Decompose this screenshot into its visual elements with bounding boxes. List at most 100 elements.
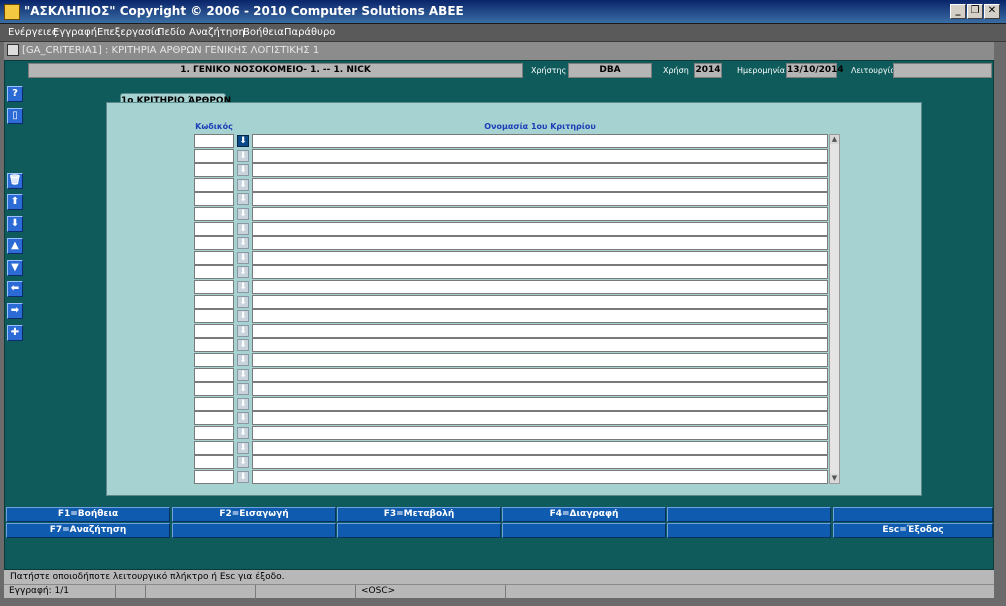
lov-arrow-icon[interactable]: ⬇ <box>237 383 249 396</box>
menu-record[interactable]: Εγγραφή <box>53 27 97 38</box>
f3-update-button[interactable]: F3=Μεταβολή <box>337 507 501 522</box>
lov-arrow-icon[interactable]: ⬇ <box>237 178 249 191</box>
help-icon[interactable]: ? <box>7 86 23 102</box>
lov-arrow-icon[interactable]: ⬇ <box>237 193 249 206</box>
fkey-empty-6[interactable] <box>667 523 831 538</box>
vertical-scrollbar[interactable]: ▲ ▼ <box>829 134 840 484</box>
name-input[interactable] <box>252 440 828 455</box>
name-input[interactable] <box>252 353 828 367</box>
f4-delete-button[interactable]: F4=Διαγραφή <box>502 507 666 522</box>
lov-arrow-icon[interactable]: ⬇ <box>237 237 249 250</box>
code-input[interactable] <box>194 353 234 367</box>
menu-window[interactable]: Παράθυρο <box>284 27 335 38</box>
lov-arrow-icon[interactable]: ⬇ <box>237 310 249 323</box>
code-input[interactable] <box>194 280 234 294</box>
name-input[interactable] <box>252 455 828 470</box>
name-input[interactable] <box>252 134 828 148</box>
name-input[interactable] <box>252 294 828 309</box>
name-input[interactable] <box>252 207 828 221</box>
scroll-down-icon[interactable]: ▼ <box>830 474 839 483</box>
code-input[interactable] <box>194 469 234 484</box>
code-input[interactable] <box>194 323 234 338</box>
code-input[interactable] <box>194 265 234 280</box>
notes-icon[interactable]: ▯ <box>7 108 23 124</box>
arrow-left-icon[interactable]: ⬅ <box>7 281 23 297</box>
code-input[interactable] <box>194 309 234 324</box>
minimize-button[interactable]: _ <box>950 4 966 19</box>
menu-search[interactable]: Αναζήτηση <box>189 27 245 38</box>
arrow-right-icon[interactable]: ➡ <box>7 303 23 319</box>
menu-edit[interactable]: Επεξεργασία <box>97 27 161 38</box>
name-input[interactable] <box>252 338 828 353</box>
code-input[interactable] <box>194 440 234 455</box>
name-input[interactable] <box>252 382 828 397</box>
plus-icon[interactable]: ✚ <box>7 325 23 341</box>
name-input[interactable] <box>252 396 828 411</box>
lov-arrow-icon[interactable]: ⬇ <box>237 208 249 220</box>
name-input[interactable] <box>252 236 828 251</box>
code-input[interactable] <box>194 177 234 192</box>
code-input[interactable] <box>194 250 234 265</box>
lov-arrow-icon[interactable]: ⬇ <box>237 412 249 425</box>
f1-help-button[interactable]: F1=Βοήθεια <box>6 507 170 522</box>
lov-arrow-icon[interactable]: ⬇ <box>237 164 249 177</box>
lov-arrow-icon[interactable]: ⬇ <box>237 368 249 381</box>
trash-icon[interactable]: 🗑 <box>7 173 23 189</box>
code-input[interactable] <box>194 367 234 382</box>
name-input[interactable] <box>252 177 828 192</box>
code-input[interactable] <box>194 396 234 411</box>
f7-search-button[interactable]: F7=Αναζήτηση <box>6 523 170 538</box>
lov-arrow-icon[interactable]: ⬇ <box>237 339 249 352</box>
name-input[interactable] <box>252 426 828 440</box>
scroll-up-icon[interactable]: ▲ <box>830 135 839 144</box>
triangle-down-icon[interactable]: ▼ <box>7 260 23 276</box>
name-input[interactable] <box>252 367 828 382</box>
lov-arrow-icon[interactable]: ⬇ <box>237 149 249 162</box>
lov-arrow-icon[interactable]: ⬇ <box>237 135 249 147</box>
menu-field[interactable]: Πεδίο <box>157 27 186 38</box>
fkey-empty-5[interactable] <box>502 523 666 538</box>
arrow-down-icon[interactable]: ⬇ <box>7 216 23 232</box>
code-input[interactable] <box>194 148 234 163</box>
code-input[interactable] <box>194 455 234 470</box>
lov-arrow-icon[interactable]: ⬇ <box>237 470 249 483</box>
code-input[interactable] <box>194 134 234 148</box>
lov-arrow-icon[interactable]: ⬇ <box>237 397 249 410</box>
name-input[interactable] <box>252 192 828 207</box>
menu-actions[interactable]: Ενέργειες <box>8 27 58 38</box>
lov-arrow-icon[interactable]: ⬇ <box>237 441 249 454</box>
code-input[interactable] <box>194 207 234 221</box>
menu-help[interactable]: Βοήθεια <box>243 27 284 38</box>
name-input[interactable] <box>252 309 828 324</box>
code-input[interactable] <box>194 192 234 207</box>
lov-arrow-icon[interactable]: ⬇ <box>237 222 249 235</box>
lov-arrow-icon[interactable]: ⬇ <box>237 456 249 469</box>
restore-button[interactable]: ❐ <box>967 4 983 19</box>
name-input[interactable] <box>252 163 828 178</box>
name-input[interactable] <box>252 469 828 484</box>
name-input[interactable] <box>252 221 828 236</box>
name-input[interactable] <box>252 250 828 265</box>
code-input[interactable] <box>194 426 234 440</box>
name-input[interactable] <box>252 411 828 426</box>
code-input[interactable] <box>194 221 234 236</box>
name-input[interactable] <box>252 323 828 338</box>
arrow-up-icon[interactable]: ⬆ <box>7 194 23 210</box>
lov-arrow-icon[interactable]: ⬇ <box>237 281 249 293</box>
triangle-up-icon[interactable]: ▲ <box>7 238 23 254</box>
fkey-empty-2[interactable] <box>833 507 993 522</box>
code-input[interactable] <box>194 294 234 309</box>
fkey-empty-4[interactable] <box>337 523 501 538</box>
f2-insert-button[interactable]: F2=Εισαγωγή <box>172 507 336 522</box>
name-input[interactable] <box>252 280 828 294</box>
name-input[interactable] <box>252 265 828 280</box>
code-input[interactable] <box>194 163 234 178</box>
fkey-empty-3[interactable] <box>172 523 336 538</box>
code-input[interactable] <box>194 411 234 426</box>
lov-arrow-icon[interactable]: ⬇ <box>237 324 249 337</box>
fkey-empty-1[interactable] <box>667 507 831 522</box>
lov-arrow-icon[interactable]: ⬇ <box>237 266 249 279</box>
lov-arrow-icon[interactable]: ⬇ <box>237 427 249 439</box>
code-input[interactable] <box>194 338 234 353</box>
lov-arrow-icon[interactable]: ⬇ <box>237 354 249 366</box>
